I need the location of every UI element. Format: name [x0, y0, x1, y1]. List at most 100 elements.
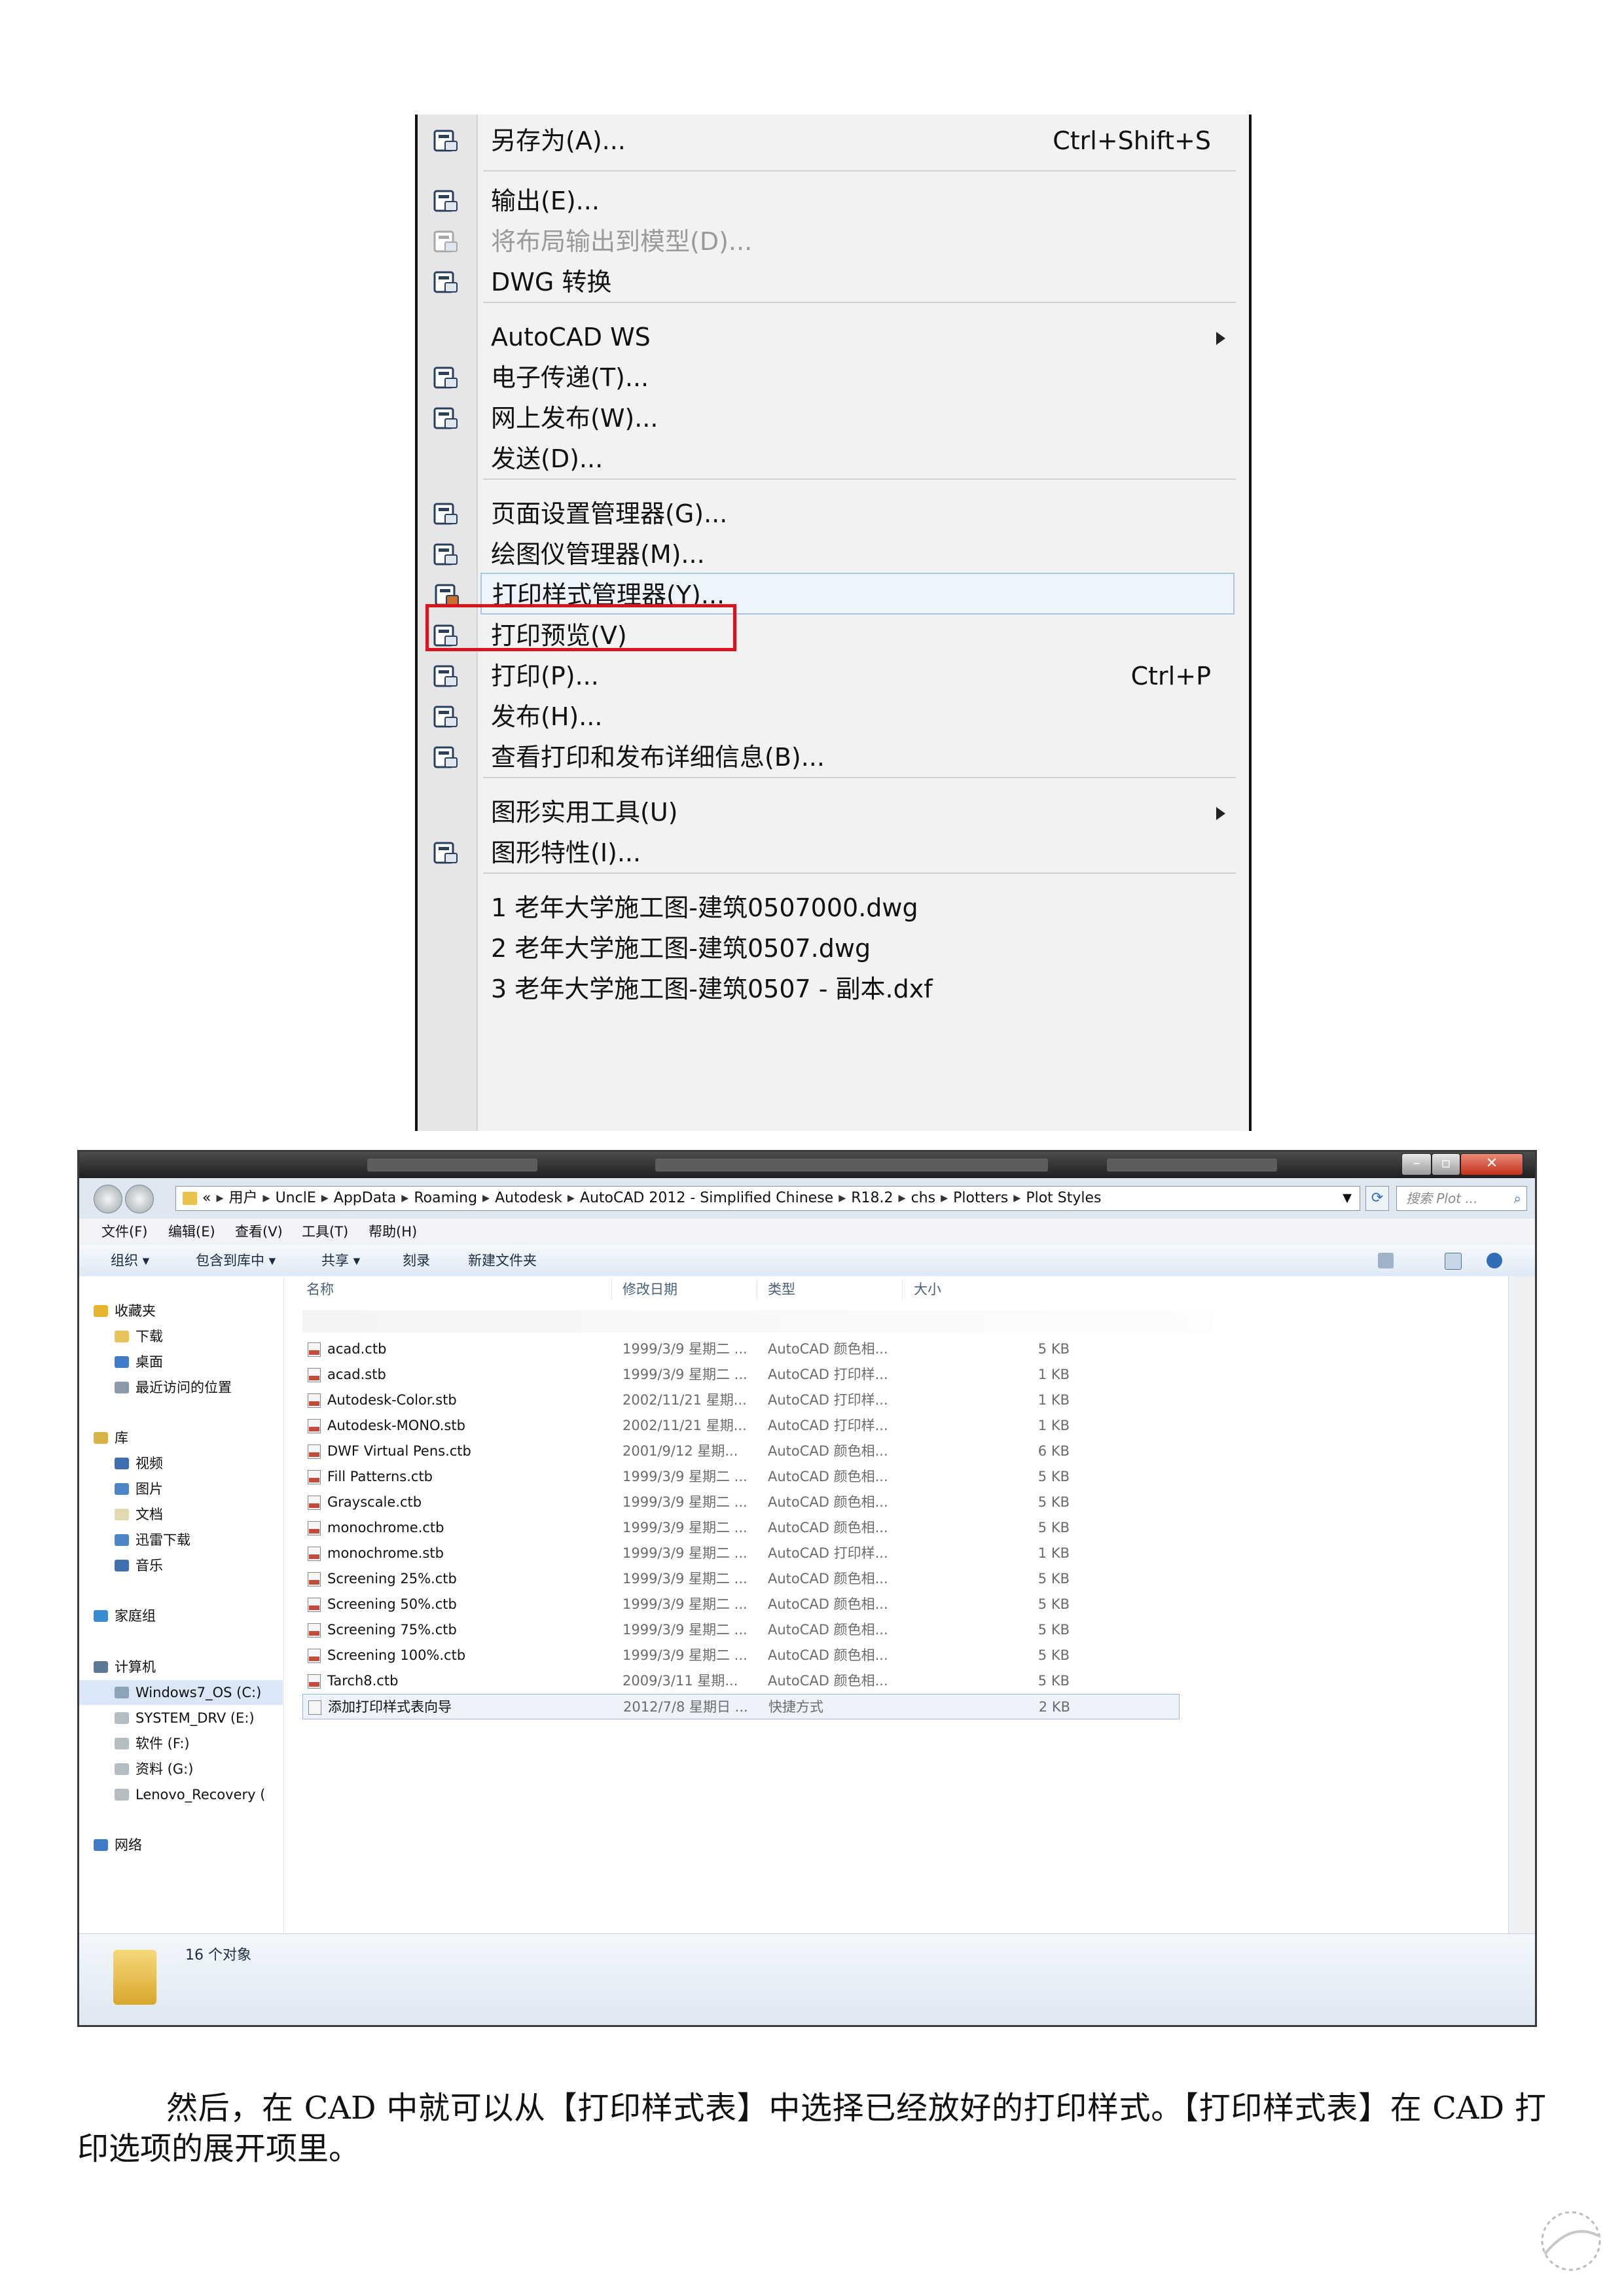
breadcrumb-item[interactable]: AppData: [334, 1190, 397, 1206]
breadcrumb-item[interactable]: 用户: [229, 1190, 258, 1206]
menu-separator: [483, 170, 1236, 171]
new-folder-button[interactable]: 新建文件夹: [468, 1245, 537, 1276]
menu-item[interactable]: 另存为(A)... Ctrl+Shift+S: [418, 120, 1249, 162]
help-icon[interactable]: [1487, 1253, 1502, 1268]
refresh-button[interactable]: ⟳: [1365, 1186, 1389, 1211]
menu-item-label: 绘图仪管理器(M)...: [491, 540, 705, 569]
menu-item[interactable]: 图形实用工具(U): [418, 791, 1249, 833]
breadcrumb-item[interactable]: Plot Styles: [1026, 1190, 1101, 1206]
file-size: 5 KB: [1038, 1469, 1070, 1484]
menu-tools[interactable]: 工具(T): [302, 1219, 348, 1245]
menu-item[interactable]: 页面设置管理器(G)...: [418, 493, 1249, 535]
menu-item[interactable]: 2 老年大学施工图-建筑0507.dwg: [418, 927, 1249, 969]
breadcrumb-chevron-icon[interactable]: ▸: [1008, 1190, 1026, 1206]
breadcrumb-item[interactable]: «: [202, 1190, 211, 1206]
column-type[interactable]: 类型: [768, 1276, 795, 1302]
menu-item[interactable]: 发送(D)...: [418, 438, 1249, 480]
breadcrumb-chevron-icon[interactable]: ▸: [833, 1190, 851, 1206]
breadcrumb-chevron-icon[interactable]: ▸: [316, 1190, 334, 1206]
share-button[interactable]: 共享 ▾: [321, 1245, 360, 1276]
menu-item[interactable]: 查看打印和发布详细信息(B)...: [418, 736, 1249, 778]
chevron-down-icon[interactable]: ▼: [1343, 1187, 1352, 1210]
column-size[interactable]: 大小: [914, 1276, 941, 1302]
breadcrumb-item[interactable]: Roaming: [414, 1190, 477, 1206]
column-date[interactable]: 修改日期: [623, 1276, 677, 1302]
forward-button[interactable]: [125, 1185, 154, 1213]
menu-item[interactable]: 打印(P)... Ctrl+P: [418, 655, 1249, 697]
include-in-library-button[interactable]: 包含到库中 ▾: [196, 1245, 276, 1276]
window-title-bar[interactable]: – ▫ ✕: [79, 1152, 1535, 1178]
minimize-button[interactable]: –: [1401, 1153, 1432, 1175]
file-type: AutoCAD 颜色相...: [768, 1520, 888, 1535]
menu-item[interactable]: 1 老年大学施工图-建筑0507000.dwg: [418, 887, 1249, 929]
file-row[interactable]: Screening 75%.ctb 1999/3/9 星期二 ... AutoCAD…: [284, 1617, 1181, 1643]
breadcrumb-chevron-icon[interactable]: ▸: [893, 1190, 911, 1206]
breadcrumb-item[interactable]: Autodesk: [495, 1190, 562, 1206]
breadcrumb-chevron-icon[interactable]: ▸: [562, 1190, 580, 1206]
breadcrumb-chevron-icon[interactable]: ▸: [396, 1190, 414, 1206]
music-icon: [115, 1560, 129, 1571]
file-row[interactable]: Fill Patterns.ctb 1999/3/9 星期二 ... AutoCAD…: [284, 1464, 1181, 1490]
documents-icon: [115, 1509, 129, 1520]
burn-button[interactable]: 刻录: [403, 1245, 430, 1276]
file-name: Grayscale.ctb: [327, 1494, 422, 1510]
menu-edit[interactable]: 编辑(E): [168, 1219, 215, 1245]
file-size: 5 KB: [1038, 1520, 1070, 1535]
column-name[interactable]: 名称: [306, 1276, 334, 1302]
maximize-button[interactable]: ▫: [1432, 1153, 1460, 1175]
breadcrumb-chevron-icon[interactable]: ▸: [258, 1190, 276, 1206]
breadcrumb-chevron-icon[interactable]: ▸: [211, 1190, 228, 1206]
plot-style-file-icon: [308, 1342, 321, 1357]
menu-item-label: 发送(D)...: [491, 444, 604, 473]
vertical-scrollbar[interactable]: [1508, 1276, 1535, 1933]
menu-help[interactable]: 帮助(H): [369, 1219, 417, 1245]
menu-item[interactable]: 网上发布(W)...: [418, 397, 1249, 439]
breadcrumb-item[interactable]: Plotters: [953, 1190, 1008, 1206]
breadcrumb-chevron-icon[interactable]: ▸: [935, 1190, 953, 1206]
nav-item-label: 资料 (G:): [135, 1761, 194, 1777]
menu-view[interactable]: 查看(V): [235, 1219, 283, 1245]
file-size: 5 KB: [1038, 1596, 1070, 1612]
search-icon[interactable]: ⌕: [1514, 1187, 1521, 1210]
menu-item[interactable]: AutoCAD WS: [418, 316, 1249, 358]
organize-button[interactable]: 组织 ▾: [111, 1245, 149, 1276]
submenu-arrow-icon: [1216, 807, 1225, 820]
menu-file[interactable]: 文件(F): [101, 1219, 147, 1245]
nav-item-label: 音乐: [135, 1558, 163, 1573]
file-row[interactable]: Tarch8.ctb 2009/3/11 星期... AutoCAD 颜色相... 5…: [284, 1668, 1181, 1694]
close-button[interactable]: ✕: [1460, 1153, 1523, 1175]
menu-item[interactable]: 3 老年大学施工图-建筑0507 - 副本.dxf: [418, 968, 1249, 1010]
plot-style-file-icon: [308, 1547, 321, 1561]
breadcrumb-chevron-icon[interactable]: ▸: [477, 1190, 495, 1206]
file-row[interactable]: acad.ctb 1999/3/9 星期二 ... AutoCAD 颜色相... 5 …: [284, 1336, 1181, 1362]
file-row[interactable]: Grayscale.ctb 1999/3/9 星期二 ... AutoCAD 颜色相…: [284, 1490, 1181, 1515]
file-row[interactable]: Autodesk-MONO.stb 2002/11/21 星期... AutoCAD…: [284, 1413, 1181, 1439]
menu-item[interactable]: 发布(H)...: [418, 696, 1249, 738]
file-row[interactable]: 添加打印样式表向导 2012/7/8 星期日 ... 快捷方式 2 KB: [302, 1694, 1180, 1719]
menu-item[interactable]: DWG 转换: [418, 261, 1249, 303]
menu-item[interactable]: 绘图仪管理器(M)...: [418, 533, 1249, 575]
breadcrumb-item[interactable]: AutoCAD 2012 - Simplified Chinese: [580, 1190, 833, 1206]
file-row[interactable]: Screening 100%.ctb 1999/3/9 星期二 ... AutoCA…: [284, 1643, 1181, 1668]
file-row[interactable]: monochrome.stb 1999/3/9 星期二 ... AutoCAD 打印…: [284, 1541, 1181, 1566]
file-row[interactable]: acad.stb 1999/3/9 星期二 ... AutoCAD 打印样... 1 …: [284, 1362, 1181, 1388]
file-row[interactable]: DWF Virtual Pens.ctb 2001/9/12 星期... AutoC…: [284, 1439, 1181, 1464]
preview-pane-icon[interactable]: [1445, 1253, 1462, 1270]
menu-item[interactable]: 图形特性(I)...: [418, 832, 1249, 874]
search-input[interactable]: 搜索 Plot ... ⌕: [1396, 1186, 1527, 1211]
breadcrumb-item[interactable]: chs: [911, 1190, 936, 1206]
file-type: AutoCAD 颜色相...: [768, 1494, 888, 1510]
file-row[interactable]: Screening 50%.ctb 1999/3/9 星期二 ... AutoCAD…: [284, 1592, 1181, 1617]
back-button[interactable]: [94, 1185, 122, 1213]
file-row[interactable]: monochrome.ctb 1999/3/9 星期二 ... AutoCAD 颜色…: [284, 1515, 1181, 1541]
breadcrumb-item[interactable]: R18.2: [851, 1190, 893, 1206]
nav-item[interactable]: Windows7_OS (C:): [79, 1680, 283, 1705]
file-row[interactable]: Screening 25%.ctb 1999/3/9 星期二 ... AutoCAD…: [284, 1566, 1181, 1592]
menu-item[interactable]: 输出(E)...: [418, 180, 1249, 222]
file-row[interactable]: Autodesk-Color.stb 2002/11/21 星期... AutoCA…: [284, 1388, 1181, 1413]
star-icon: [94, 1305, 108, 1317]
address-breadcrumb[interactable]: «▸ 用户 ▸ UnclE ▸ AppData ▸ Roaming ▸ Autodesk ▸ Auto…: [175, 1186, 1360, 1211]
view-options-icon[interactable]: [1378, 1253, 1394, 1268]
breadcrumb-item[interactable]: UnclE: [276, 1190, 316, 1206]
menu-item[interactable]: 电子传递(T)...: [418, 357, 1249, 399]
